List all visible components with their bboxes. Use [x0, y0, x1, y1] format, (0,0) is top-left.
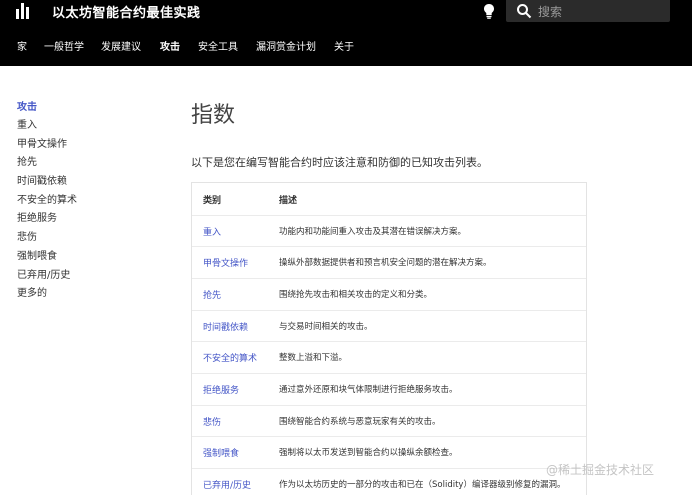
category-description: 强制将以太币发送到智能合约以操纵余额检查。 [279, 448, 458, 458]
table-header-description: 描述 [279, 196, 298, 206]
sidebar-item-deprecated[interactable]: 已弃用/历史 [17, 266, 70, 281]
sidebar-item-timestamp-dependence[interactable]: 时间戳依赖 [17, 172, 67, 187]
table-row: 时间戳依赖 与交易时间相关的攻击。 [192, 310, 586, 341]
category-link[interactable]: 甲骨文操作 [203, 256, 248, 269]
table-row: 不安全的算术 整数上溢和下溢。 [192, 341, 586, 372]
site-title[interactable]: 以太坊智能合约最佳实践 [52, 2, 201, 21]
category-description: 作为以太坊历史的一部分的攻击和已在（Solidity）编译器级别修复的漏洞。 [279, 480, 566, 490]
category-link[interactable]: 重入 [203, 225, 221, 238]
table-row: 抢先 围绕抢先攻击和相关攻击的定义和分类。 [192, 278, 586, 309]
nav-bug-bounty[interactable]: 漏洞赏金计划 [256, 38, 316, 53]
lightbulb-icon[interactable] [482, 3, 496, 19]
table-row: 重入 功能内和功能间重入攻击及其潜在错误解决方案。 [192, 215, 586, 246]
sidebar-item-more[interactable]: 更多的 [17, 284, 47, 299]
intro-text: 以下是您在编写智能合约时应该注意和防御的已知攻击列表。 [191, 156, 488, 169]
top-bar: 以太坊智能合约最佳实践 搜索 家 一般哲学 发展建议 攻击 安全工具 漏洞赏金计… [0, 0, 692, 66]
nav-development-recommendations[interactable]: 发展建议 [101, 38, 141, 53]
sidebar-item-frontrunning[interactable]: 抢先 [17, 153, 37, 168]
table-row: 已弃用/历史 作为以太坊历史的一部分的攻击和已在（Solidity）编译器级别修… [192, 468, 586, 495]
nav-about[interactable]: 关于 [334, 38, 354, 53]
category-link[interactable]: 不安全的算术 [203, 351, 257, 364]
category-link[interactable]: 抢先 [203, 288, 221, 301]
sidebar-item-denial-of-service[interactable]: 拒绝服务 [17, 209, 57, 224]
sidebar-item-oracle-manipulation[interactable]: 甲骨文操作 [17, 135, 67, 150]
table-row: 拒绝服务 通过意外还原和块气体限制进行拒绝服务攻击。 [192, 373, 586, 404]
sidebar-item-force-feeding[interactable]: 强制喂食 [17, 247, 57, 262]
attacks-table: 类别 描述 重入 功能内和功能间重入攻击及其潜在错误解决方案。 甲骨文操作 操纵… [191, 182, 587, 495]
nav-general-philosophy[interactable]: 一般哲学 [44, 38, 84, 53]
page-title: 指数 [191, 103, 236, 128]
category-description: 整数上溢和下溢。 [279, 353, 348, 363]
category-description: 功能内和功能间重入攻击及其潜在错误解决方案。 [279, 227, 467, 237]
sidebar-item-insecure-arithmetic[interactable]: 不安全的算术 [17, 191, 77, 206]
category-link[interactable]: 悲伤 [203, 415, 221, 428]
table-row: 甲骨文操作 操纵外部数据提供者和预言机安全问题的潜在解决方案。 [192, 246, 586, 277]
watermark: @稀土掘金技术社区 [546, 463, 655, 477]
table-header-category: 类别 [203, 196, 222, 206]
category-description: 与交易时间相关的攻击。 [279, 322, 373, 332]
category-link[interactable]: 时间戳依赖 [203, 320, 248, 333]
sidebar-item-attacks[interactable]: 攻击 [17, 98, 37, 113]
logo-bars-icon[interactable] [16, 3, 32, 19]
nav-attacks[interactable]: 攻击 [160, 38, 180, 53]
category-link[interactable]: 已弃用/历史 [203, 478, 251, 491]
sidebar-item-griefing[interactable]: 悲伤 [17, 228, 37, 243]
category-link[interactable]: 强制喂食 [203, 446, 239, 459]
nav-security-tools[interactable]: 安全工具 [198, 38, 238, 53]
sidebar-item-reentrancy[interactable]: 重入 [17, 116, 37, 131]
table-row: 强制喂食 强制将以太币发送到智能合约以操纵余额检查。 [192, 436, 586, 467]
category-description: 通过意外还原和块气体限制进行拒绝服务攻击。 [279, 385, 458, 395]
search-box[interactable]: 搜索 [506, 0, 670, 22]
nav-home[interactable]: 家 [17, 38, 27, 53]
category-link[interactable]: 拒绝服务 [203, 383, 239, 396]
category-description: 操纵外部数据提供者和预言机安全问题的潜在解决方案。 [279, 258, 492, 268]
table-row: 悲伤 围绕智能合约系统与恶意玩家有关的攻击。 [192, 405, 586, 436]
category-description: 围绕抢先攻击和相关攻击的定义和分类。 [279, 290, 433, 300]
category-description: 围绕智能合约系统与恶意玩家有关的攻击。 [279, 417, 441, 427]
search-input[interactable]: 搜索 [538, 3, 562, 20]
search-icon [517, 4, 532, 19]
